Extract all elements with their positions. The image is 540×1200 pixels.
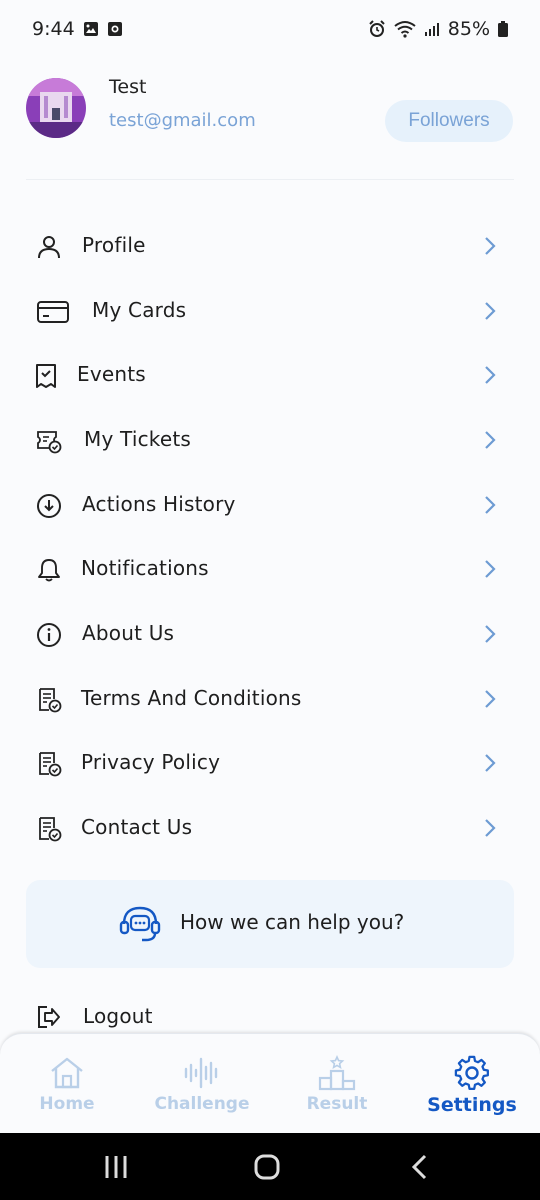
alarm-icon <box>368 20 386 38</box>
gallery-notification-icon <box>83 21 99 37</box>
status-time: 9:44 <box>32 18 75 40</box>
menu-item-contact-us[interactable]: Contact Us <box>0 801 540 857</box>
menu-label: Terms And Conditions <box>81 686 302 710</box>
logout-label: Logout <box>83 1004 153 1028</box>
wifi-icon <box>394 20 416 38</box>
status-left: 9:44 <box>32 18 123 40</box>
bell-icon <box>36 557 62 583</box>
battery-percent: 85% <box>447 18 490 40</box>
info-icon <box>36 622 62 648</box>
nav-label: Challenge <box>154 1094 250 1114</box>
menu-label: My Tickets <box>84 427 192 451</box>
menu-label: Events <box>77 362 146 386</box>
chevron-right-icon <box>480 622 500 646</box>
document-check-icon <box>36 687 62 713</box>
menu-item-privacy-policy[interactable]: Privacy Policy <box>0 736 540 792</box>
recents-icon[interactable] <box>100 1153 132 1181</box>
avatar[interactable] <box>26 78 86 138</box>
status-right: 85% <box>368 18 508 40</box>
menu-item-about-us[interactable]: About Us <box>0 607 540 663</box>
menu-label: Privacy Policy <box>81 750 221 774</box>
followers-button[interactable]: Followers <box>385 100 513 142</box>
user-email: test@gmail.com <box>109 110 256 131</box>
chevron-right-icon <box>480 687 500 711</box>
chevron-right-icon <box>480 816 500 840</box>
chevron-right-icon <box>480 557 500 581</box>
chevron-right-icon <box>480 234 500 258</box>
nav-challenge[interactable]: Challenge <box>148 1034 256 1134</box>
home-icon <box>47 1054 87 1092</box>
document-check-icon <box>36 816 62 842</box>
menu-label: Contact Us <box>81 815 193 839</box>
help-label: How we can help you? <box>180 910 405 934</box>
logout-icon <box>36 1004 62 1030</box>
system-nav-bar <box>0 1133 540 1200</box>
menu-item-my-cards[interactable]: My Cards <box>0 284 540 340</box>
download-circle-icon <box>36 493 62 519</box>
menu-item-actions-history[interactable]: Actions History <box>0 478 540 534</box>
menu-item-my-tickets[interactable]: My Tickets <box>0 413 540 469</box>
signal-icon <box>424 21 440 37</box>
nav-settings[interactable]: Settings <box>420 1034 524 1134</box>
back-icon[interactable] <box>406 1153 432 1181</box>
card-icon <box>37 299 69 325</box>
chevron-right-icon <box>480 493 500 517</box>
menu-item-profile[interactable]: Profile <box>0 219 540 275</box>
home-button-icon[interactable] <box>250 1151 284 1183</box>
document-check-icon <box>36 751 62 777</box>
menu-label: Profile <box>82 233 146 257</box>
tickets-icon <box>36 428 62 454</box>
nav-result[interactable]: Result <box>292 1034 382 1134</box>
chevron-right-icon <box>480 299 500 323</box>
menu-item-terms-and-conditions[interactable]: Terms And Conditions <box>0 672 540 728</box>
menu-item-events[interactable]: Events <box>0 348 540 404</box>
nav-home[interactable]: Home <box>22 1034 112 1134</box>
chevron-right-icon <box>480 751 500 775</box>
gear-icon <box>452 1054 492 1092</box>
menu-label: Notifications <box>81 556 209 580</box>
menu-label: About Us <box>82 621 175 645</box>
event-ticket-icon <box>33 363 59 389</box>
menu-label: My Cards <box>92 298 187 322</box>
help-card[interactable]: How we can help you? <box>26 880 514 968</box>
camera-notification-icon <box>107 21 123 37</box>
divider <box>26 179 514 180</box>
profile-header: Test test@gmail.com Followers <box>0 72 540 162</box>
menu-item-notifications[interactable]: Notifications <box>0 542 540 598</box>
user-name: Test <box>109 76 147 98</box>
bottom-nav: Home Challenge Result Settings <box>0 1033 540 1134</box>
nav-label: Settings <box>427 1094 517 1116</box>
chevron-right-icon <box>480 363 500 387</box>
support-headset-icon <box>118 902 162 946</box>
menu-label: Actions History <box>82 492 236 516</box>
status-bar: 9:44 85% <box>0 0 540 58</box>
podium-icon <box>317 1054 357 1092</box>
nav-label: Result <box>306 1094 368 1114</box>
user-icon <box>36 234 62 260</box>
chevron-right-icon <box>480 428 500 452</box>
nav-label: Home <box>39 1094 95 1114</box>
battery-icon <box>498 21 508 37</box>
audio-wave-icon <box>182 1054 222 1092</box>
